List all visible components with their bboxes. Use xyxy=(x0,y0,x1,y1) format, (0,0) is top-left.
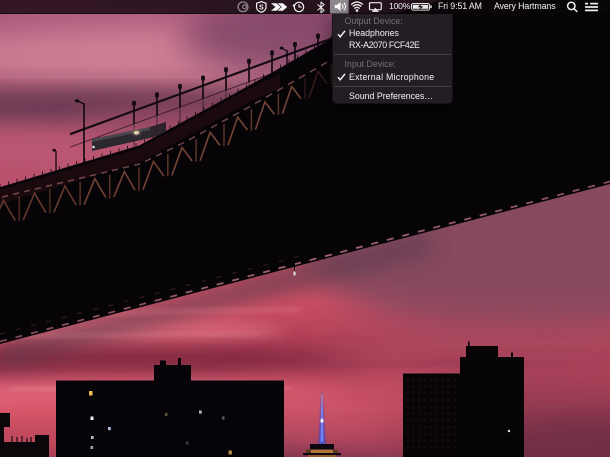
svg-text:S: S xyxy=(259,4,264,11)
